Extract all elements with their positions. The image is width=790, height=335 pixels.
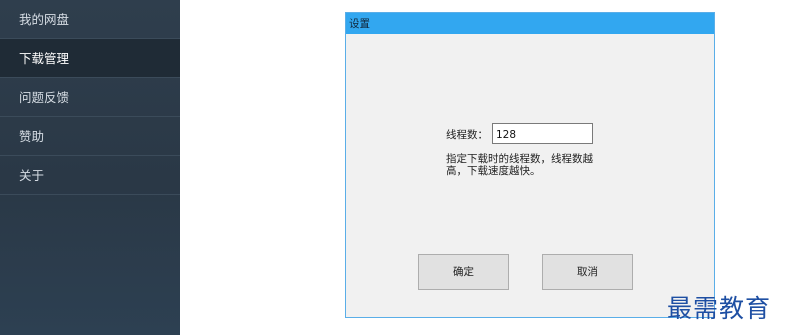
dialog-titlebar[interactable]: 设置 — [346, 13, 714, 34]
thread-count-hint: 指定下载时的线程数，线程数越高，下载速度越快。 — [446, 153, 593, 177]
sidebar: 我的网盘 下载管理 问题反馈 赞助 关于 — [0, 0, 180, 335]
confirm-button[interactable]: 确定 — [418, 254, 509, 290]
thread-count-label: 线程数： — [446, 129, 488, 141]
dialog-title: 设置 — [349, 18, 370, 30]
sidebar-item-my-netdisk[interactable]: 我的网盘 — [0, 0, 180, 39]
settings-dialog: 设置 线程数： 指定下载时的线程数，线程数越高，下载速度越快。 确定 取消 — [345, 12, 715, 318]
sidebar-item-download-manager[interactable]: 下载管理 — [0, 39, 180, 78]
sidebar-item-about[interactable]: 关于 — [0, 156, 180, 195]
cancel-button[interactable]: 取消 — [542, 254, 633, 290]
watermark-logo: 最需教育 — [667, 294, 772, 323]
sidebar-item-feedback[interactable]: 问题反馈 — [0, 78, 180, 117]
sidebar-item-sponsor[interactable]: 赞助 — [0, 117, 180, 156]
thread-count-input[interactable] — [492, 123, 593, 144]
